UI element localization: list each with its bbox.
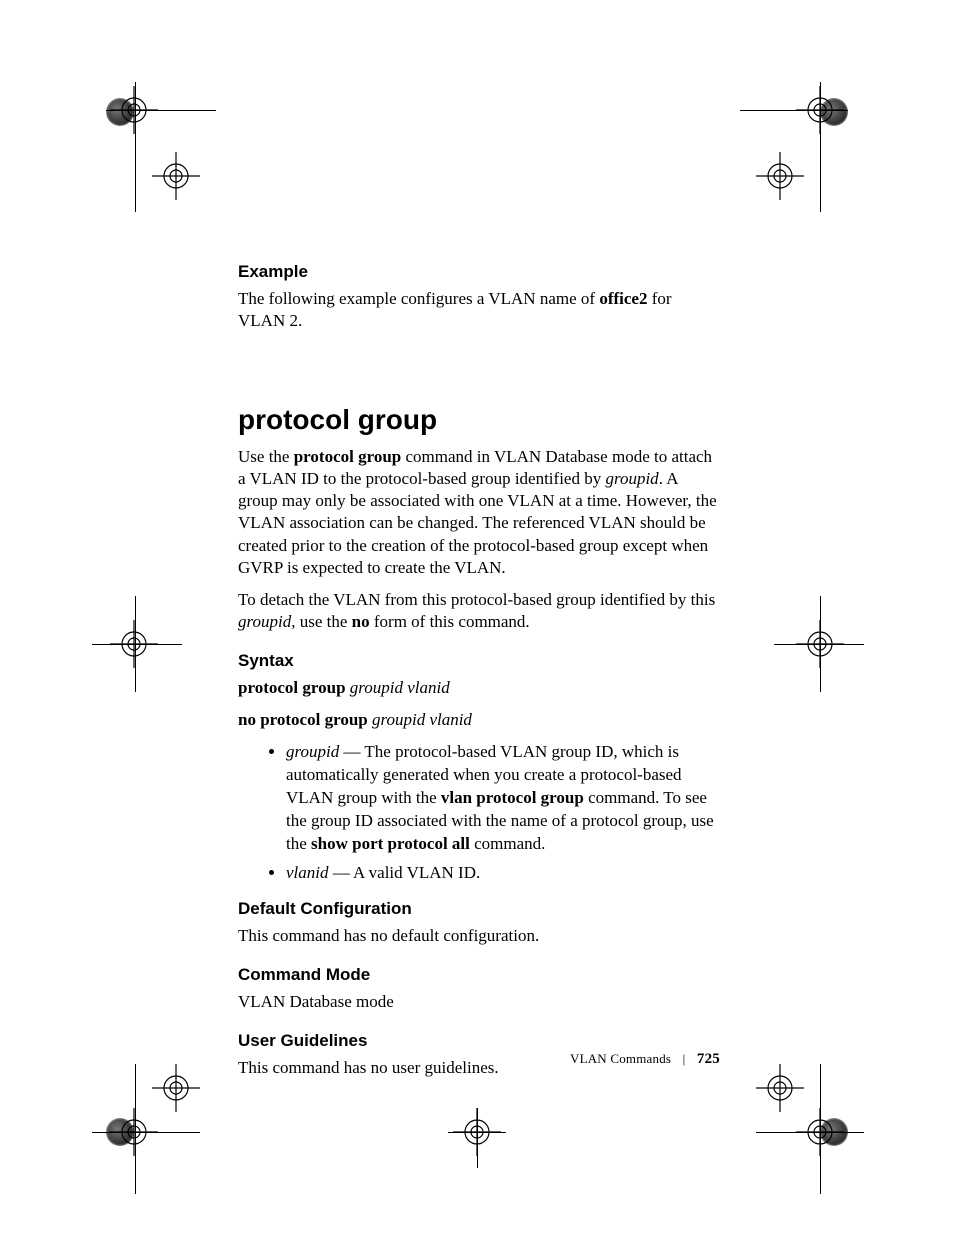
text-italic: groupid vlanid	[372, 710, 472, 729]
registration-mark-icon	[148, 148, 204, 204]
registration-mark-icon	[752, 148, 808, 204]
text-bold: show port protocol all	[311, 834, 470, 853]
heading-command-mode: Command Mode	[238, 965, 720, 985]
footer-separator: |	[683, 1051, 686, 1066]
heading-default-config: Default Configuration	[238, 899, 720, 919]
text-bold: protocol group	[294, 447, 402, 466]
crop-line	[135, 82, 136, 212]
footer-section: VLAN Commands	[570, 1051, 671, 1066]
text: To detach the VLAN from this protocol-ba…	[238, 590, 715, 609]
text: command.	[470, 834, 546, 853]
print-orb-tl	[106, 98, 134, 126]
heading-syntax: Syntax	[238, 651, 720, 671]
section-title: protocol group	[238, 404, 720, 436]
text-italic: groupid	[286, 742, 339, 761]
text: form of this command.	[370, 612, 530, 631]
syntax-bullets: groupid — The protocol-based VLAN group …	[238, 741, 720, 885]
crop-line	[106, 110, 216, 111]
list-item: groupid — The protocol-based VLAN group …	[286, 741, 720, 856]
registration-mark-icon	[752, 1060, 808, 1116]
command-mode-text: VLAN Database mode	[238, 991, 720, 1013]
syntax-line-2: no protocol group groupid vlanid	[238, 709, 720, 731]
default-config-text: This command has no default configuratio…	[238, 925, 720, 947]
text-italic: groupid	[238, 612, 291, 631]
crop-line	[477, 1108, 478, 1168]
crop-line	[448, 1132, 506, 1133]
crop-line	[740, 110, 848, 111]
page-content: Example The following example configures…	[238, 262, 720, 1089]
registration-mark-icon	[148, 1060, 204, 1116]
text-italic: groupid	[605, 469, 658, 488]
crop-line	[135, 1064, 136, 1194]
example-text: The following example configures a VLAN …	[238, 288, 720, 332]
footer-page-number: 725	[697, 1051, 720, 1067]
print-orb-tr	[820, 98, 848, 126]
text-bold: no	[352, 612, 370, 631]
text: The following example configures a VLAN …	[238, 289, 599, 308]
text: Use the	[238, 447, 294, 466]
text-bold: office2	[599, 289, 647, 308]
heading-user-guidelines: User Guidelines	[238, 1031, 720, 1051]
text: — A valid VLAN ID.	[329, 863, 481, 882]
section-para-2: To detach the VLAN from this protocol-ba…	[238, 589, 720, 633]
syntax-line-1: protocol group groupid vlanid	[238, 677, 720, 699]
crop-line	[756, 1132, 864, 1133]
text-italic: groupid vlanid	[350, 678, 450, 697]
text-bold: no protocol group	[238, 710, 372, 729]
list-item: vlanid — A valid VLAN ID.	[286, 862, 720, 885]
crop-line	[774, 644, 864, 645]
crop-line	[820, 82, 821, 212]
crop-line	[92, 1132, 200, 1133]
text-bold: vlan protocol group	[441, 788, 584, 807]
crop-line	[92, 644, 182, 645]
crop-line	[820, 1064, 821, 1194]
text-bold: protocol group	[238, 678, 350, 697]
page-footer: VLAN Commands | 725	[238, 1051, 720, 1068]
heading-example: Example	[238, 262, 720, 282]
text: , use the	[291, 612, 351, 631]
section-para-1: Use the protocol group command in VLAN D…	[238, 446, 720, 579]
text-italic: vlanid	[286, 863, 329, 882]
